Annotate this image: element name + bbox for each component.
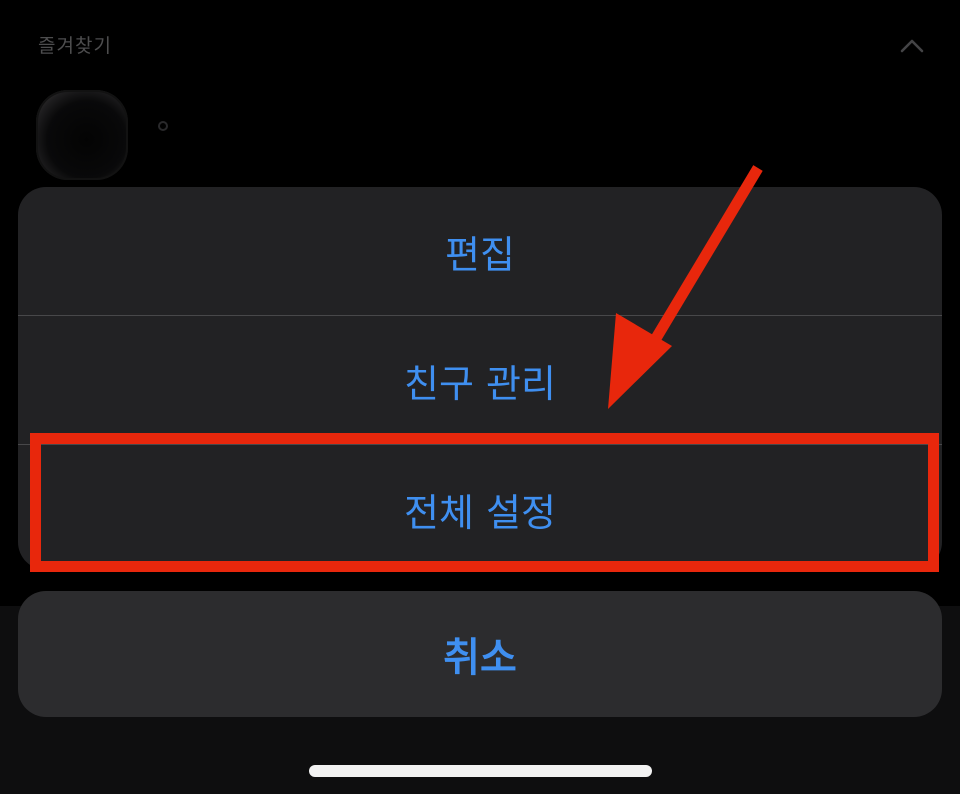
cancel-button[interactable]: 취소	[18, 591, 942, 717]
highlight-annotation	[30, 433, 939, 572]
arrow-icon	[608, 165, 763, 409]
home-indicator[interactable]	[309, 765, 652, 777]
edit-button[interactable]: 편집	[18, 187, 942, 315]
manage-friends-button[interactable]: 친구 관리	[18, 316, 942, 444]
